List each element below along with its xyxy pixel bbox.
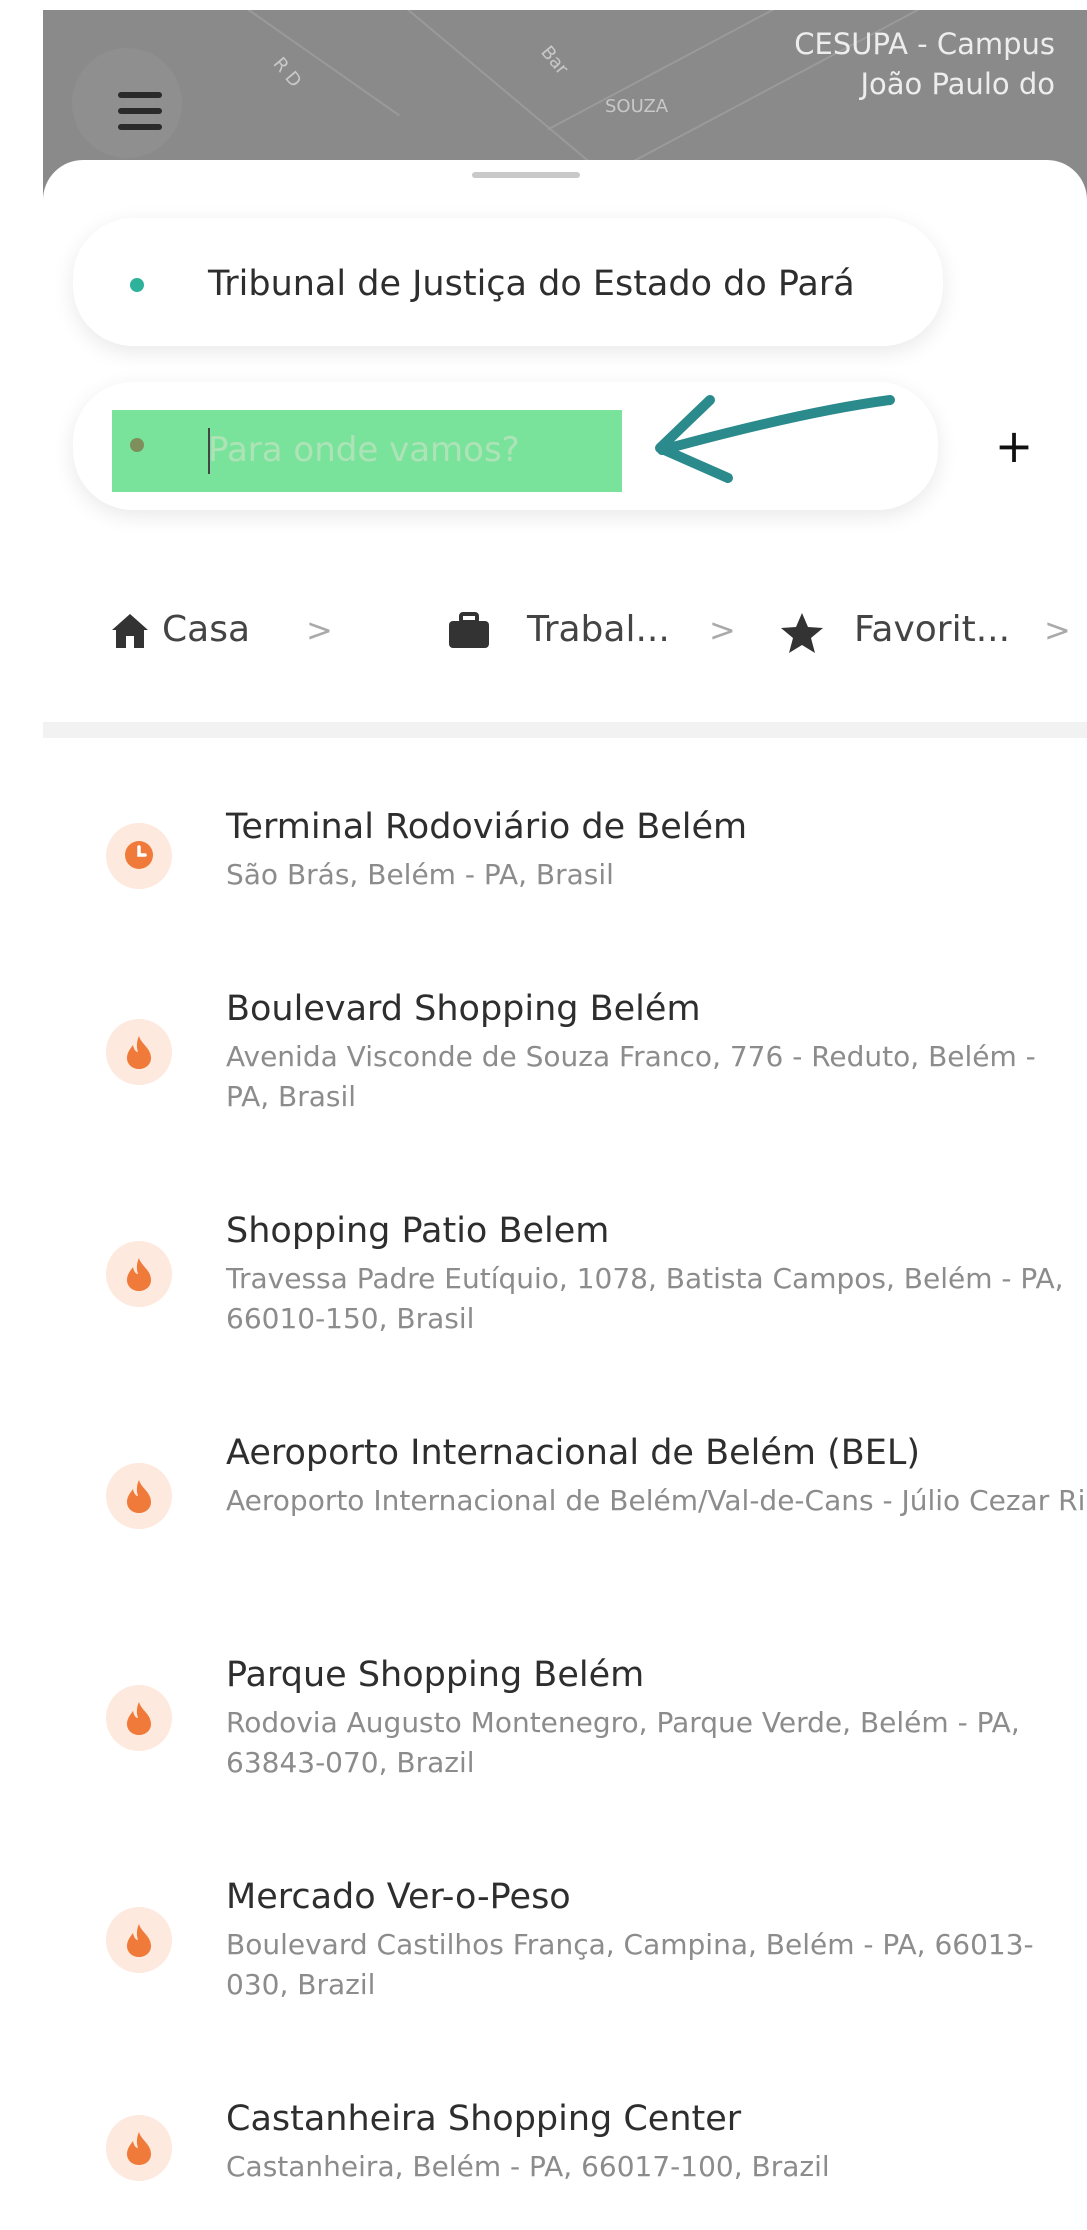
- place-item[interactable]: Mercado Ver-o-Peso Boulevard Castilhos F…: [43, 1873, 1087, 2023]
- chevron-right-icon: >: [1044, 611, 1071, 649]
- shortcut-casa[interactable]: Casa >: [110, 602, 340, 662]
- shortcut-trabalho[interactable]: Trabal... >: [447, 602, 747, 662]
- place-name: Parque Shopping Belém: [226, 1655, 645, 1695]
- map-street-label: SOUZA: [605, 96, 669, 117]
- chevron-right-icon: >: [306, 611, 333, 649]
- section-divider: [43, 722, 1087, 738]
- shortcut-label: Casa: [162, 609, 251, 650]
- destination-dot-icon: [130, 438, 144, 452]
- place-address: Avenida Visconde de Souza Franco, 776 - …: [226, 1040, 1036, 1113]
- flame-icon: [106, 1019, 172, 1085]
- place-item[interactable]: Aeroporto Internacional de Belém (BEL) A…: [43, 1429, 1087, 1579]
- home-icon: [112, 614, 148, 648]
- annotation-arrow-icon: [655, 395, 895, 483]
- flame-icon: [106, 1463, 172, 1529]
- star-icon: [781, 613, 823, 653]
- map-street-label: R D: [268, 53, 306, 92]
- place-address: Rodovia Augusto Montenegro, Parque Verde…: [226, 1706, 1020, 1779]
- place-name: Boulevard Shopping Belém: [226, 989, 701, 1029]
- text-cursor: [208, 428, 210, 474]
- flame-icon: [106, 1907, 172, 1973]
- place-item[interactable]: Castanheira Shopping Center Castanheira,…: [43, 2095, 1087, 2205]
- flame-icon: [106, 2115, 172, 2181]
- place-name: Shopping Patio Belem: [226, 1211, 610, 1251]
- destination-input[interactable]: [208, 424, 608, 476]
- shortcut-label: Trabal...: [527, 609, 670, 650]
- map-poi-label: CESUPA - Campus João Paulo do: [794, 27, 1055, 101]
- hamburger-menu-icon[interactable]: [118, 92, 162, 132]
- place-item[interactable]: Boulevard Shopping Belém Avenida Viscond…: [43, 985, 1087, 1135]
- origin-text[interactable]: Tribunal de Justiça do Estado do Pará: [208, 262, 855, 306]
- place-item[interactable]: Shopping Patio Belem Travessa Padre Eutí…: [43, 1207, 1087, 1357]
- place-address: São Brás, Belém - PA, Brasil: [226, 858, 614, 891]
- place-address: Travessa Padre Eutíquio, 1078, Batista C…: [226, 1262, 1064, 1335]
- flame-icon: [106, 1241, 172, 1307]
- shortcut-label: Favorit...: [854, 609, 1011, 650]
- clock-icon: [106, 823, 172, 889]
- map-road: [377, 10, 609, 179]
- place-name: Castanheira Shopping Center: [226, 2099, 742, 2139]
- place-name: Mercado Ver-o-Peso: [226, 1877, 571, 1917]
- place-address: Boulevard Castilhos França, Campina, Bel…: [226, 1928, 1034, 2001]
- origin-dot-icon: [130, 278, 144, 292]
- add-stop-button[interactable]: +: [990, 422, 1038, 470]
- place-name: Aeroporto Internacional de Belém (BEL): [226, 1433, 921, 1473]
- shortcut-favoritos[interactable]: Favorit... >: [780, 602, 1075, 662]
- chevron-right-icon: >: [709, 611, 736, 649]
- place-address: Castanheira, Belém - PA, 66017-100, Braz…: [226, 2150, 830, 2183]
- place-name: Terminal Rodoviário de Belém: [226, 807, 748, 847]
- place-item[interactable]: Parque Shopping Belém Rodovia Augusto Mo…: [43, 1651, 1087, 1801]
- place-item[interactable]: Terminal Rodoviário de Belém São Brás, B…: [43, 803, 1087, 913]
- briefcase-icon: [449, 612, 489, 648]
- place-address: Aeroporto Internacional de Belém/Val-de-…: [226, 1484, 1086, 1517]
- map-street-label: Bar: [536, 41, 573, 80]
- flame-icon: [106, 1685, 172, 1751]
- sheet-drag-handle[interactable]: [472, 172, 580, 178]
